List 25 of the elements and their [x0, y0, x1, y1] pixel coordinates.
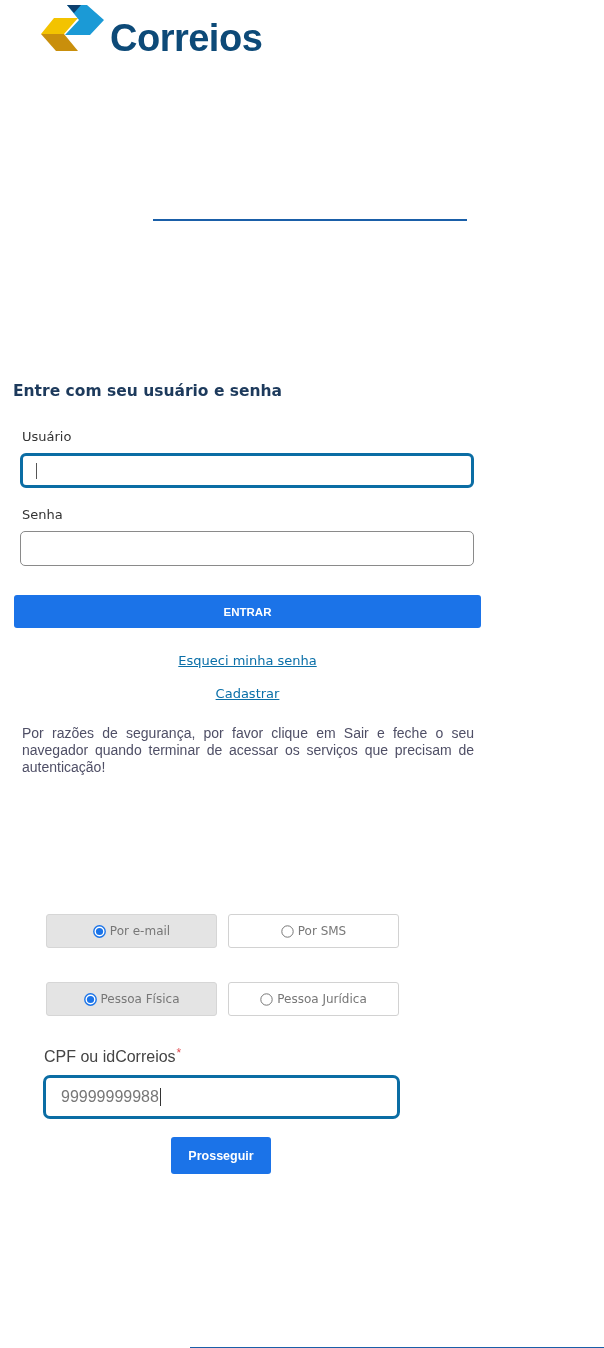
- field-label: CPF ou idCorreios: [44, 1047, 176, 1067]
- radio-icon: [92, 924, 106, 938]
- radio-option-button[interactable]: Pessoa Física: [46, 982, 217, 1016]
- radio-option-button[interactable]: Por SMS: [228, 914, 399, 948]
- login-button[interactable]: ENTRAR: [14, 595, 481, 628]
- field-label: Senha: [22, 506, 63, 524]
- login-heading: Entre com seu usuário e senha: [13, 381, 283, 401]
- radio-icon: [280, 924, 294, 938]
- text-cursor-icon: [159, 1088, 161, 1106]
- field-label: Usuário: [22, 428, 72, 446]
- radio-option-button[interactable]: Pessoa Jurídica: [228, 982, 399, 1016]
- required-asterisk: *: [176, 1047, 182, 1059]
- text-cursor-icon: [36, 462, 37, 479]
- id-input[interactable]: 99999999988: [43, 1075, 400, 1119]
- security-notice: Por razões de segurança, por favor clique em Sair e feche o seu navegador quando terminar de acessar os serviços que precisam de autenticação!: [22, 725, 474, 776]
- text-link[interactable]: Esqueci minha senha: [178, 653, 317, 668]
- radio-icon: [83, 992, 97, 1006]
- radio-option-button[interactable]: Por e-mail: [46, 914, 217, 948]
- text-input[interactable]: [20, 531, 474, 566]
- text-input[interactable]: [20, 453, 474, 488]
- logo-icon: [40, 4, 105, 52]
- radio-icon: [260, 992, 274, 1006]
- text-link[interactable]: Cadastrar: [215, 686, 280, 701]
- proceed-button[interactable]: Prosseguir: [171, 1137, 271, 1174]
- logo-wordmark: Correios: [110, 19, 263, 57]
